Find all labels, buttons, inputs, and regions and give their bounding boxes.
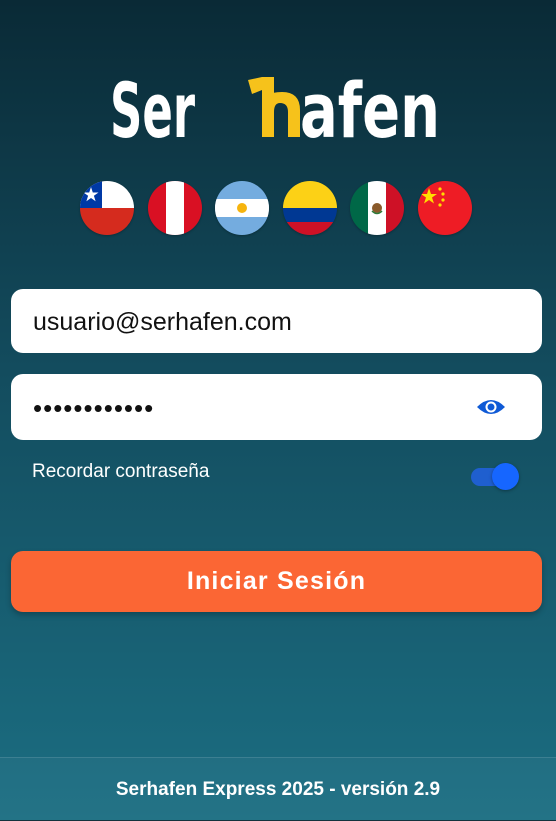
- password-field[interactable]: [31, 374, 475, 442]
- email-field-container: [11, 289, 542, 355]
- email-field[interactable]: [31, 289, 475, 355]
- password-field-container: [11, 374, 542, 442]
- login-button[interactable]: Iniciar Sesión: [11, 551, 542, 612]
- svg-text:afen: afen: [300, 66, 440, 152]
- mexico-flag-icon[interactable]: [350, 181, 404, 235]
- country-selector: [80, 181, 480, 237]
- footer-version-text: Serhafen Express 2025 - versión 2.9: [115, 778, 441, 800]
- peru-flag-icon[interactable]: [148, 181, 202, 235]
- argentina-flag-icon[interactable]: [215, 181, 269, 235]
- remember-password-toggle[interactable]: [471, 462, 521, 490]
- eye-icon[interactable]: [476, 396, 506, 418]
- remember-password-label: Recordar contraseña: [32, 461, 210, 482]
- chile-flag-icon[interactable]: [80, 181, 134, 235]
- toggle-knob: [492, 463, 519, 490]
- china-flag-icon[interactable]: [418, 181, 472, 235]
- footer: Serhafen Express 2025 - versión 2.9: [0, 757, 556, 821]
- colombia-flag-icon[interactable]: [283, 181, 337, 235]
- serhafen-logo: Ser afen: [110, 66, 440, 152]
- svg-text:Ser: Ser: [110, 66, 195, 152]
